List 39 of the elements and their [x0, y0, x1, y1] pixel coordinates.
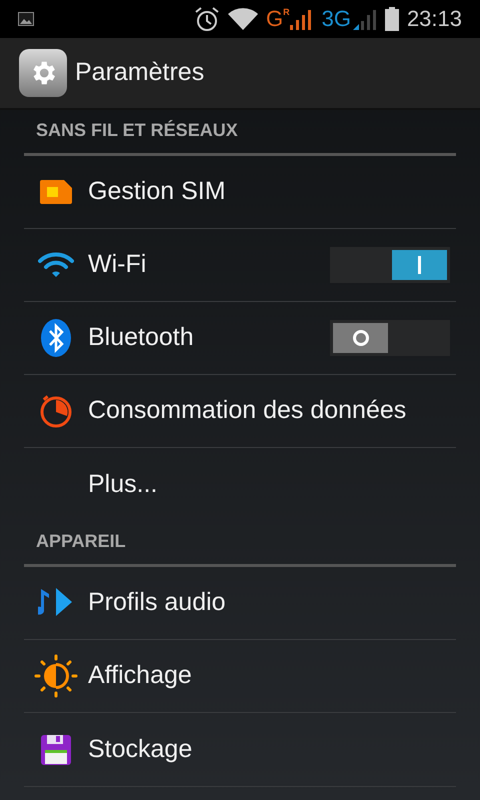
- app-title: Paramètres: [75, 57, 204, 88]
- settings-row[interactable]: Consommation des données: [24, 375, 456, 448]
- network-type: 3G: [322, 8, 351, 30]
- toggle-switch[interactable]: [330, 247, 450, 283]
- image-icon: [18, 12, 34, 26]
- settings-row[interactable]: Gestion SIM: [24, 156, 456, 229]
- settings-row[interactable]: Stockage: [24, 713, 456, 786]
- section-header: SANS FIL ET RÉSEAUX: [35, 119, 239, 142]
- settings-row[interactable]: Wi-Fi: [24, 229, 456, 302]
- row-label: Consommation des données: [88, 395, 408, 426]
- battery-icon: [384, 7, 399, 31]
- wifi-icon: [38, 252, 74, 278]
- settings-app-icon[interactable]: [19, 49, 67, 97]
- row-label: Bluetooth: [88, 322, 195, 354]
- row-label: Plus...: [88, 468, 158, 500]
- alarm-clock-icon: [194, 6, 220, 32]
- bluetooth-icon: [40, 318, 72, 358]
- sun-brightness-icon: [34, 654, 78, 698]
- toggle-thumb: [392, 250, 447, 280]
- signal-icon: [350, 10, 377, 30]
- row-label: Wi-Fi: [88, 249, 148, 280]
- row-label: Stockage: [88, 734, 194, 765]
- toggle-thumb: [333, 323, 388, 353]
- roaming-indicator: R: [283, 8, 290, 17]
- signal-icon: [290, 10, 314, 30]
- network-type: G: [266, 8, 284, 30]
- toggle-switch[interactable]: [330, 320, 450, 356]
- settings-row[interactable]: Affichage: [24, 640, 456, 713]
- stopwatch-icon: [38, 393, 74, 429]
- wifi-signal-icon: [228, 8, 258, 30]
- row-label: Affichage: [88, 660, 193, 692]
- sim-card-icon: [39, 179, 73, 205]
- settings-row[interactable]: Profils audio: [24, 567, 456, 640]
- row-label: Gestion SIM: [88, 176, 227, 208]
- section-header: APPAREIL: [35, 530, 127, 553]
- settings-row[interactable]: Plus...: [24, 448, 456, 521]
- settings-row[interactable]: Bluetooth: [24, 302, 456, 375]
- row-label: Profils audio: [88, 587, 227, 618]
- clock-time: 23:13: [406, 8, 462, 30]
